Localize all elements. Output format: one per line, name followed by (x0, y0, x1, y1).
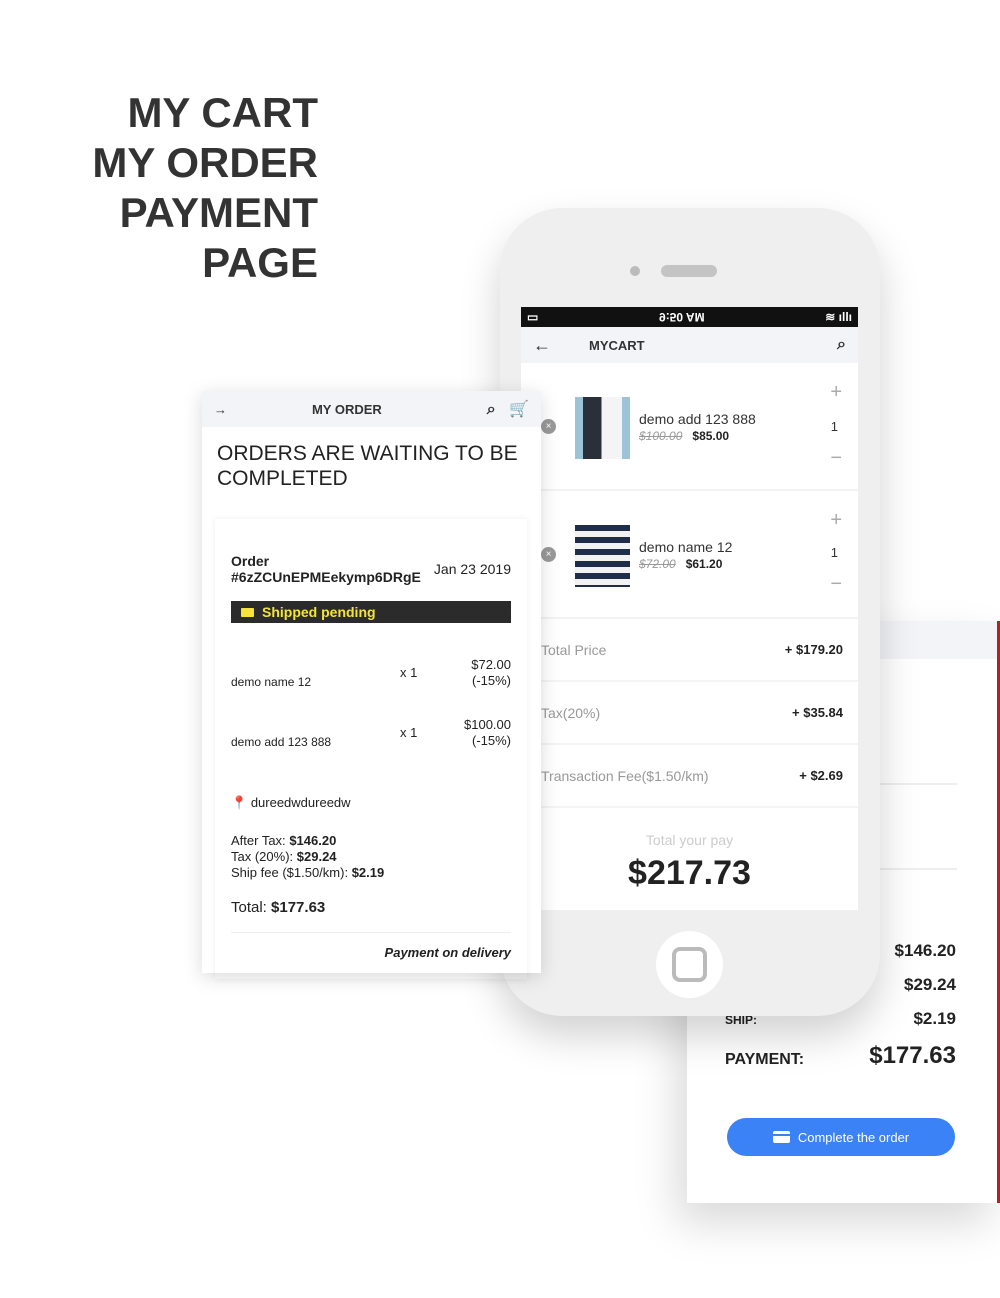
hero-line: PAGE (202, 239, 318, 286)
status-bar: ▭ 9:50 AM ≋ ıllı (521, 307, 858, 327)
summary-value: + $2.69 (799, 768, 843, 783)
product-image (575, 397, 630, 459)
after-tax-label: After Tax: (231, 833, 286, 848)
summary-row: Tax(20%) + $35.84 (521, 682, 858, 745)
item-price: $85.00 (692, 429, 730, 443)
line-qty: x 1 (400, 725, 418, 740)
status-badge: Shipped pending (231, 601, 511, 623)
complete-order-button[interactable]: Complete the order (727, 1118, 955, 1156)
order-label: Order (231, 553, 270, 569)
line-discount: (-15%) (471, 673, 511, 688)
minus-icon[interactable]: − (830, 573, 842, 596)
after-tax-value: $146.20 (894, 941, 956, 960)
old-price: $100.00 (639, 429, 683, 443)
status-time: 9:50 AM (659, 310, 705, 324)
item-qty: 1 (830, 419, 838, 434)
nav-icons: ⌕ 🛒 (487, 399, 529, 419)
cart-nav: ← MYCART ⌕ (521, 327, 858, 363)
address: dureedwdureedw (250, 795, 351, 810)
hero-line: MY ORDER (92, 139, 318, 186)
item-qty: 1 (830, 545, 838, 560)
hero-line: PAYMENT (119, 189, 318, 236)
remove-icon[interactable]: × (541, 547, 556, 562)
payment-label: PAYMENT: (725, 1051, 805, 1068)
hero-title: MY CART MY ORDER PAYMENT PAGE (92, 88, 318, 288)
item-price: $61.20 (685, 557, 723, 571)
tax-label: Tax (20%): (231, 849, 294, 864)
tax-value: $29.24 (296, 849, 337, 864)
old-price: $72.00 (639, 557, 676, 571)
summary-row: Total Price + $179.20 (521, 619, 858, 682)
plus-icon[interactable]: + (830, 509, 842, 532)
total-value: $217.73 (628, 854, 751, 892)
signal-icon: ≋ ıllı (825, 310, 852, 324)
summary-label: Tax(20%) (541, 704, 601, 721)
order-id: #6zZCUnEPMEekymp6DRgE (231, 569, 421, 585)
cart-title: MYCART (589, 337, 645, 353)
total-value: $177.63 (271, 899, 326, 916)
cart-item: × demo add 123 888 $100.00 $85.00 + 1 − (521, 363, 858, 491)
line-discount: (-15%) (471, 733, 511, 748)
line-price: $100.00 (464, 717, 511, 732)
arrow-right-icon[interactable]: → (214, 402, 227, 417)
line-price: $72.00 (471, 657, 511, 672)
location-pin-icon: 📍 (231, 795, 248, 810)
line-qty: x 1 (400, 665, 418, 680)
ship-label: Ship fee ($1.50/km): (231, 865, 349, 880)
hero-line: MY CART (127, 89, 318, 136)
back-arrow-icon[interactable]: ← (533, 335, 551, 356)
phone-mockup: ▭ 9:50 AM ≋ ıllı ← MYCART ⌕ × demo add 1… (500, 208, 880, 1016)
payment-method: Payment on delivery (384, 945, 511, 960)
battery-icon: ▭ (527, 310, 539, 324)
payment-value: $177.63 (869, 1042, 956, 1069)
complete-order-label: Complete the order (797, 1129, 910, 1145)
divider (231, 932, 511, 933)
summary-label: Total Price (541, 641, 607, 658)
order-nav: → MY ORDER ⌕ 🛒 (202, 391, 541, 427)
item-name: demo name 12 (639, 539, 733, 555)
credit-card-icon (241, 607, 254, 617)
speaker (661, 265, 717, 277)
order-title: MY ORDER (311, 401, 382, 417)
tax-value: $29.24 (904, 975, 956, 994)
remove-icon[interactable]: × (541, 419, 556, 434)
line-name: demo add 123 888 (231, 735, 332, 749)
total-label: Total your pay (645, 832, 734, 848)
cart-screen: ▭ 9:50 AM ≋ ıllı ← MYCART ⌕ × demo add 1… (521, 307, 858, 910)
summary-value: + $179.20 (784, 642, 843, 657)
orders-heading: ORDERS ARE WAITING TO BE COMPLETED (217, 442, 518, 490)
order-card: Order #6zZCUnEPMEekymp6DRgE Jan 23 2019 … (215, 519, 527, 979)
total-section: Total your pay $217.73 (521, 808, 858, 893)
plus-icon[interactable]: + (830, 381, 842, 404)
status-text: Shipped pending (262, 604, 376, 620)
search-icon[interactable]: ⌕ (487, 401, 496, 418)
item-name: demo add 123 888 (639, 411, 756, 427)
product-image (575, 525, 630, 587)
line-name: demo name 12 (231, 675, 312, 689)
order-date: Jan 23 2019 (433, 561, 511, 577)
total-label: Total: (231, 899, 267, 916)
ship-value: $2.19 (913, 1009, 956, 1028)
summary-row: Transaction Fee($1.50/km) + $2.69 (521, 745, 858, 808)
summary-value: + $35.84 (792, 705, 843, 720)
after-tax-value: $146.20 (289, 833, 337, 848)
camera (630, 266, 640, 276)
search-icon[interactable]: ⌕ (837, 336, 846, 354)
minus-icon[interactable]: − (830, 447, 842, 470)
credit-card-icon (772, 1131, 790, 1143)
ship-value: $2.19 (351, 865, 385, 880)
cart-icon[interactable]: 🛒 (509, 401, 529, 418)
cart-item: × demo name 12 $72.00 $61.20 + 1 − (521, 491, 858, 619)
home-button[interactable] (656, 931, 723, 998)
order-screen: → MY ORDER ⌕ 🛒 ORDERS ARE WAITING TO BE … (202, 391, 541, 973)
summary-label: Transaction Fee($1.50/km) (541, 767, 709, 784)
